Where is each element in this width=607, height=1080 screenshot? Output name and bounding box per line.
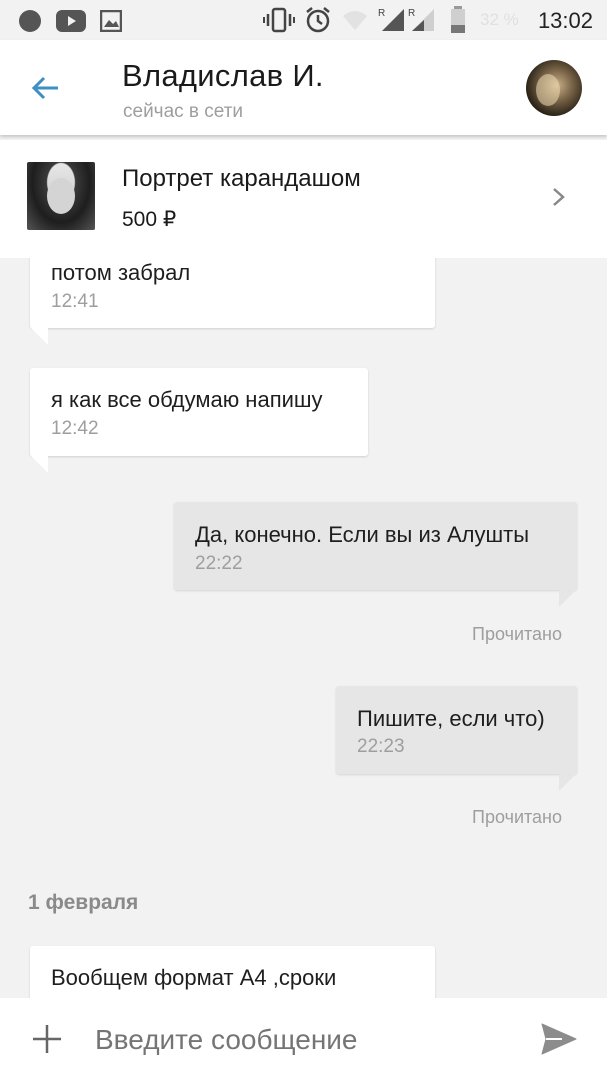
svg-text:R: R — [408, 8, 415, 19]
bubble-tail — [559, 589, 577, 607]
message-text: Пишите, если что) — [357, 706, 545, 731]
signal-icon: R — [408, 8, 434, 31]
message-bubble-outgoing[interactable]: Да, конечно. Если вы из Алушты 22:22 — [174, 502, 577, 590]
message-time: 12:42 — [51, 418, 99, 439]
chevron-right-icon[interactable] — [550, 185, 568, 209]
message-bubble-outgoing[interactable]: Пишите, если что) 22:23 — [336, 686, 577, 774]
read-receipt: Прочитано — [472, 807, 562, 827]
message-text: Вообщем формат А4 ,сроки — [51, 965, 337, 990]
bubble-tail — [559, 773, 577, 791]
product-card[interactable]: Портрет карандашом 500 ₽ — [0, 140, 607, 258]
product-thumbnail — [27, 162, 95, 230]
arrow-left-icon[interactable] — [30, 72, 62, 104]
battery-percent: 32 % — [480, 10, 519, 29]
message-composer — [0, 998, 607, 1080]
message-text: потом забрал — [51, 260, 191, 285]
avatar[interactable] — [526, 60, 582, 116]
wifi-icon — [343, 11, 367, 30]
message-bubble-incoming[interactable]: я как все обдумаю напишу 12:42 — [30, 368, 368, 456]
message-text: Да, конечно. Если вы из Алушты — [195, 522, 530, 547]
clock: 13:02 — [537, 8, 593, 33]
record-icon — [19, 10, 41, 32]
battery-icon — [451, 6, 465, 33]
youtube-icon — [56, 10, 86, 32]
svg-text:R: R — [378, 8, 385, 19]
vibrate-icon — [263, 7, 295, 33]
send-icon[interactable] — [540, 1022, 578, 1056]
message-time: 22:23 — [357, 736, 405, 757]
plus-icon[interactable] — [31, 1023, 63, 1055]
alarm-icon — [306, 7, 330, 33]
message-text: я как все обдумаю напишу — [51, 387, 323, 412]
signal-icon: R — [378, 8, 404, 31]
read-receipt: Прочитано — [472, 624, 562, 644]
product-price: 500 ₽ — [122, 208, 177, 231]
status-bar: R R 32 % 13:02 — [0, 0, 607, 40]
gallery-icon — [100, 10, 122, 32]
bubble-tail — [30, 455, 48, 473]
message-time: 22:22 — [195, 553, 243, 574]
message-time: 12:41 — [51, 291, 99, 312]
chat-header: Владислав И. сейчас в сети — [0, 40, 607, 135]
product-title: Портрет карандашом — [122, 165, 361, 192]
date-separator: 1 февраля — [28, 891, 139, 914]
message-input[interactable] — [95, 1024, 515, 1056]
bubble-tail — [30, 327, 48, 345]
contact-name[interactable]: Владислав И. — [122, 58, 324, 94]
presence-status: сейчас в сети — [123, 101, 244, 122]
